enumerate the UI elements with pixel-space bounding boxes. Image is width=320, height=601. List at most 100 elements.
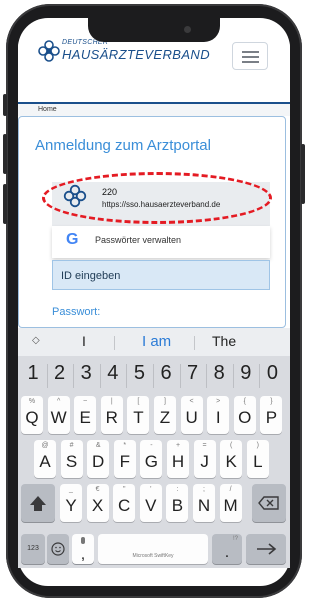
logo-icon[interactable] [38, 40, 60, 62]
letter-key[interactable]: ^ W [47, 396, 70, 434]
expand-toolbar-icon[interactable]: ◇ [32, 335, 40, 346]
suggestion-3[interactable]: The [212, 333, 236, 349]
letter-key[interactable]: ~ E [74, 396, 97, 434]
numbers-mode-key[interactable]: 123 [21, 534, 45, 564]
letter-key[interactable]: & D [87, 440, 110, 478]
letter-key[interactable]: :B [166, 484, 189, 522]
breadcrumb-home[interactable]: Home [38, 106, 57, 113]
page-title: Anmeldung zum Arztportal [35, 137, 211, 154]
suggestion-2[interactable]: I am [142, 333, 171, 350]
key-letter: S [65, 452, 78, 471]
key-symbol: ] [164, 398, 166, 405]
hamburger-icon [242, 51, 259, 53]
key-letter: D [92, 452, 105, 471]
comma-key[interactable]: , [72, 534, 94, 564]
number-divider [232, 364, 234, 388]
letter-key[interactable]: % Q [21, 396, 43, 434]
key-letter: B [171, 496, 184, 515]
id-input[interactable]: ID eingeben [52, 260, 270, 290]
key-symbol: % [28, 398, 36, 405]
letter-key[interactable]: | R [100, 396, 123, 434]
emoji-icon [51, 542, 65, 556]
number-key[interactable]: 9 [235, 362, 257, 392]
number-key[interactable]: 0 [261, 362, 283, 392]
letter-key[interactable]: @ A [34, 440, 56, 478]
key-symbol: @ [41, 442, 49, 449]
number-divider [126, 364, 128, 388]
letter-key[interactable]: ) L [246, 440, 269, 478]
suggestion-1[interactable]: I [82, 333, 86, 349]
key-symbol: € [95, 486, 100, 493]
letter-key[interactable]: -G [140, 440, 163, 478]
key-letter: N [197, 496, 211, 515]
key-symbol: = [202, 442, 207, 449]
front-camera [184, 26, 191, 33]
shift-key[interactable] [21, 484, 55, 522]
number-divider [179, 364, 181, 388]
letter-key[interactable]: + H [167, 440, 189, 478]
key-symbol: # [69, 442, 74, 449]
key-letter: W [50, 408, 67, 427]
letter-key[interactable]: ; N [193, 484, 215, 522]
number-key[interactable]: 3 [75, 362, 97, 392]
number-key[interactable]: 8 [208, 362, 230, 392]
key-symbol: ) [256, 442, 259, 449]
number-key[interactable]: 2 [49, 362, 71, 392]
period-key[interactable]: !?. [212, 534, 242, 564]
key-letter: G [144, 452, 158, 471]
letter-key[interactable]: {O [233, 396, 256, 434]
key-letter: M [223, 496, 238, 515]
enter-key[interactable] [246, 534, 286, 564]
key-symbol: < [189, 398, 194, 405]
key-symbol: { [243, 398, 246, 405]
letter-key[interactable]: [T [127, 396, 150, 434]
key-letter: A [39, 452, 51, 471]
key-letter: C [118, 496, 131, 515]
key-letter: O [238, 408, 252, 427]
number-divider [73, 364, 75, 388]
emoji-key[interactable] [47, 534, 69, 564]
id-input-placeholder: ID eingeben [61, 270, 121, 282]
letter-key[interactable]: > I [207, 396, 230, 434]
letter-key[interactable]: ] Z [154, 396, 176, 434]
number-key[interactable]: 1 [22, 362, 44, 392]
number-key[interactable]: 7 [182, 362, 204, 392]
key-letter: H [171, 452, 185, 471]
logo-text[interactable]: HAUSÄRZTEVERBAND [62, 47, 210, 62]
menu-button[interactable] [232, 42, 268, 70]
number-divider [259, 364, 261, 388]
key-symbol: " [122, 486, 126, 493]
letter-key[interactable]: € X [86, 484, 109, 522]
number-key[interactable]: 4 [102, 362, 124, 392]
google-icon: G [66, 231, 79, 248]
suggestion-divider [194, 336, 195, 350]
letter-key[interactable]: # S [60, 440, 83, 478]
letter-key[interactable]: * F [113, 440, 136, 478]
space-key-label: Microsoft SwiftKey [132, 553, 174, 559]
breadcrumb: Home [18, 102, 290, 116]
space-key[interactable]: Microsoft SwiftKey [98, 534, 208, 564]
key-letter: P [265, 408, 278, 427]
key-letter: U [185, 408, 198, 427]
letter-key[interactable]: } P [260, 396, 283, 434]
backspace-key[interactable] [252, 484, 286, 522]
number-key[interactable]: 6 [155, 362, 177, 392]
letter-key[interactable]: = J [193, 440, 216, 478]
key-letter: Q [25, 408, 39, 427]
letter-key[interactable]: (K [220, 440, 243, 478]
key-symbol: } [270, 398, 273, 405]
period-label: . [224, 544, 230, 561]
letter-key[interactable]: / M [219, 484, 242, 522]
key-symbol: ^ [56, 398, 61, 405]
key-symbol: + [175, 442, 181, 449]
letter-key[interactable]: ' V [139, 484, 162, 522]
key-letter: T [133, 408, 144, 427]
key-symbol: / [229, 486, 232, 493]
highlight-ellipse [42, 172, 272, 224]
backspace-icon [258, 496, 279, 510]
key-letter: Y [65, 496, 77, 515]
letter-key[interactable]: " C [113, 484, 136, 522]
letter-key[interactable]: < U [180, 396, 203, 434]
letter-key[interactable]: _ Y [60, 484, 82, 522]
number-key[interactable]: 5 [128, 362, 150, 392]
